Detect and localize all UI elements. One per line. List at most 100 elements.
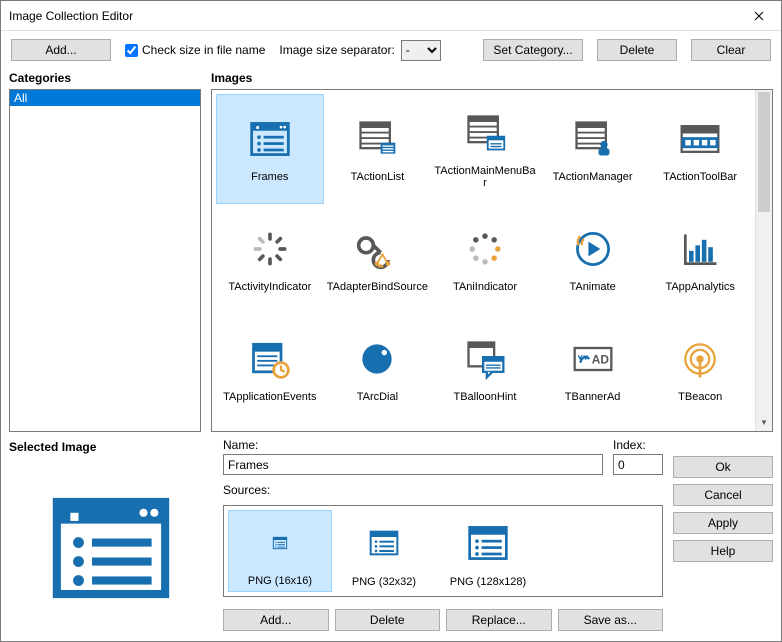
svg-text:AD: AD: [591, 353, 609, 367]
window-title: Image Collection Editor: [9, 9, 736, 23]
images-grid-container: Frames TActionList TActionMainMenuBar TActi…: [211, 89, 773, 432]
source-item[interactable]: PNG (128x128): [436, 510, 540, 592]
image-item[interactable]: TApplicationEvents: [216, 314, 324, 424]
frames-icon: [246, 115, 294, 163]
activity-icon: [246, 225, 294, 273]
sources-label: Sources:: [223, 483, 663, 499]
image-item-label: TAdapterBindSource: [327, 281, 428, 293]
source-replace-button[interactable]: Replace...: [446, 609, 552, 631]
frames-preview-icon: [46, 483, 176, 613]
check-size-checkbox[interactable]: Check size in file name: [125, 43, 265, 57]
image-item-label: TAniIndicator: [453, 281, 517, 293]
source-saveas-button[interactable]: Save as...: [558, 609, 664, 631]
set-category-button[interactable]: Set Category...: [483, 39, 583, 61]
source-delete-button[interactable]: Delete: [335, 609, 441, 631]
separator-select[interactable]: -: [401, 40, 441, 61]
image-item-label: TActionList: [351, 171, 405, 183]
separator-label: Image size separator:: [279, 43, 394, 57]
image-item-label: TAnimate: [569, 281, 615, 293]
close-icon: [754, 11, 764, 21]
source-item[interactable]: PNG (32x32): [332, 510, 436, 592]
help-button[interactable]: Help: [673, 540, 773, 562]
image-item-label: TActionToolBar: [663, 171, 737, 183]
add-button[interactable]: Add...: [11, 39, 111, 61]
image-item[interactable]: TAnimate: [539, 204, 647, 314]
image-item-label: TArcDial: [357, 391, 398, 403]
animate-icon: [569, 225, 617, 273]
arcdial-icon: [353, 335, 401, 383]
beacon-icon: [676, 335, 724, 383]
details-form: Name: Index: Sources: PNG (16x16) PNG (32…: [223, 438, 663, 631]
image-item[interactable]: TAniIndicator: [431, 204, 539, 314]
categories-panel: Categories All: [9, 69, 201, 432]
actionmanager-icon: [569, 115, 617, 163]
name-input[interactable]: [223, 454, 603, 475]
source-thumbnail-icon: [368, 514, 400, 572]
image-item-label: TBeacon: [678, 391, 722, 403]
toolbar: Add... Check size in file name Image siz…: [1, 31, 781, 69]
image-item[interactable]: TActivityIndicator: [216, 204, 324, 314]
selected-image-panel: Selected Image: [9, 438, 213, 631]
image-collection-editor-window: Image Collection Editor Add... Check siz…: [0, 0, 782, 642]
aniindicator-icon: [461, 225, 509, 273]
source-item[interactable]: PNG (16x16): [228, 510, 332, 592]
source-thumbnail-icon: [466, 514, 510, 572]
scroll-down-arrow-icon[interactable]: ▼: [756, 414, 772, 431]
analytics-icon: [676, 225, 724, 273]
image-item[interactable]: TActionMainMenuBar: [431, 94, 539, 204]
check-size-label: Check size in file name: [142, 43, 265, 57]
preview-area: [9, 458, 213, 631]
image-item[interactable]: ADTBannerAd: [539, 314, 647, 424]
image-item[interactable]: TAdapterBindSource: [324, 204, 432, 314]
close-button[interactable]: [736, 1, 781, 30]
image-item-label: Frames: [251, 171, 288, 183]
image-item-label: TApplicationEvents: [223, 391, 316, 403]
clear-button[interactable]: Clear: [691, 39, 771, 61]
image-item[interactable]: TArcDial: [324, 314, 432, 424]
selected-image-label: Selected Image: [9, 438, 213, 458]
delete-button[interactable]: Delete: [597, 39, 677, 61]
images-grid: Frames TActionList TActionMainMenuBar TActi…: [212, 90, 772, 428]
image-item-label: TAppAnalytics: [665, 281, 735, 293]
actionlist-icon: [353, 115, 401, 163]
apply-button[interactable]: Apply: [673, 512, 773, 534]
index-label: Index:: [613, 438, 663, 454]
image-item-label: TActivityIndicator: [228, 281, 311, 293]
image-item-label: TActionManager: [553, 171, 633, 183]
index-input[interactable]: [613, 454, 663, 475]
image-item[interactable]: TBeacon: [646, 314, 754, 424]
banner-icon: AD: [569, 335, 617, 383]
name-label: Name:: [223, 438, 603, 454]
sources-list: PNG (16x16) PNG (32x32) PNG (128x128): [223, 505, 663, 597]
separator-group: Image size separator: -: [279, 40, 440, 61]
source-item-label: PNG (16x16): [248, 575, 312, 587]
title-bar: Image Collection Editor: [1, 1, 781, 31]
categories-label: Categories: [9, 69, 201, 89]
categories-list[interactable]: All: [9, 89, 201, 432]
ok-button[interactable]: Ok: [673, 456, 773, 478]
image-item[interactable]: Frames: [216, 94, 324, 204]
check-size-input[interactable]: [125, 44, 138, 57]
balloon-icon: [461, 335, 509, 383]
image-item[interactable]: TBalloonHint: [431, 314, 539, 424]
cancel-button[interactable]: Cancel: [673, 484, 773, 506]
image-item[interactable]: TAppAnalytics: [646, 204, 754, 314]
images-label: Images: [211, 69, 773, 89]
source-item-label: PNG (128x128): [450, 576, 526, 588]
source-item-label: PNG (32x32): [352, 576, 416, 588]
images-panel: Images Frames TActionList TActionMainMenuB…: [211, 69, 773, 432]
dialog-buttons: Ok Cancel Apply Help: [673, 438, 773, 631]
adapter-icon: [353, 225, 401, 273]
scroll-thumb[interactable]: [758, 92, 770, 212]
mainmenubar-icon: [461, 109, 509, 157]
category-item-all[interactable]: All: [10, 90, 200, 106]
image-item[interactable]: TActionList: [324, 94, 432, 204]
toolbar-icon: [676, 115, 724, 163]
scrollbar[interactable]: ▲ ▼: [755, 90, 772, 431]
source-add-button[interactable]: Add...: [223, 609, 329, 631]
image-item-label: TActionMainMenuBar: [433, 165, 537, 189]
image-item[interactable]: TActionToolBar: [646, 94, 754, 204]
image-item[interactable]: TActionManager: [539, 94, 647, 204]
image-item-label: TBalloonHint: [454, 391, 517, 403]
source-thumbnail-icon: [272, 515, 288, 571]
